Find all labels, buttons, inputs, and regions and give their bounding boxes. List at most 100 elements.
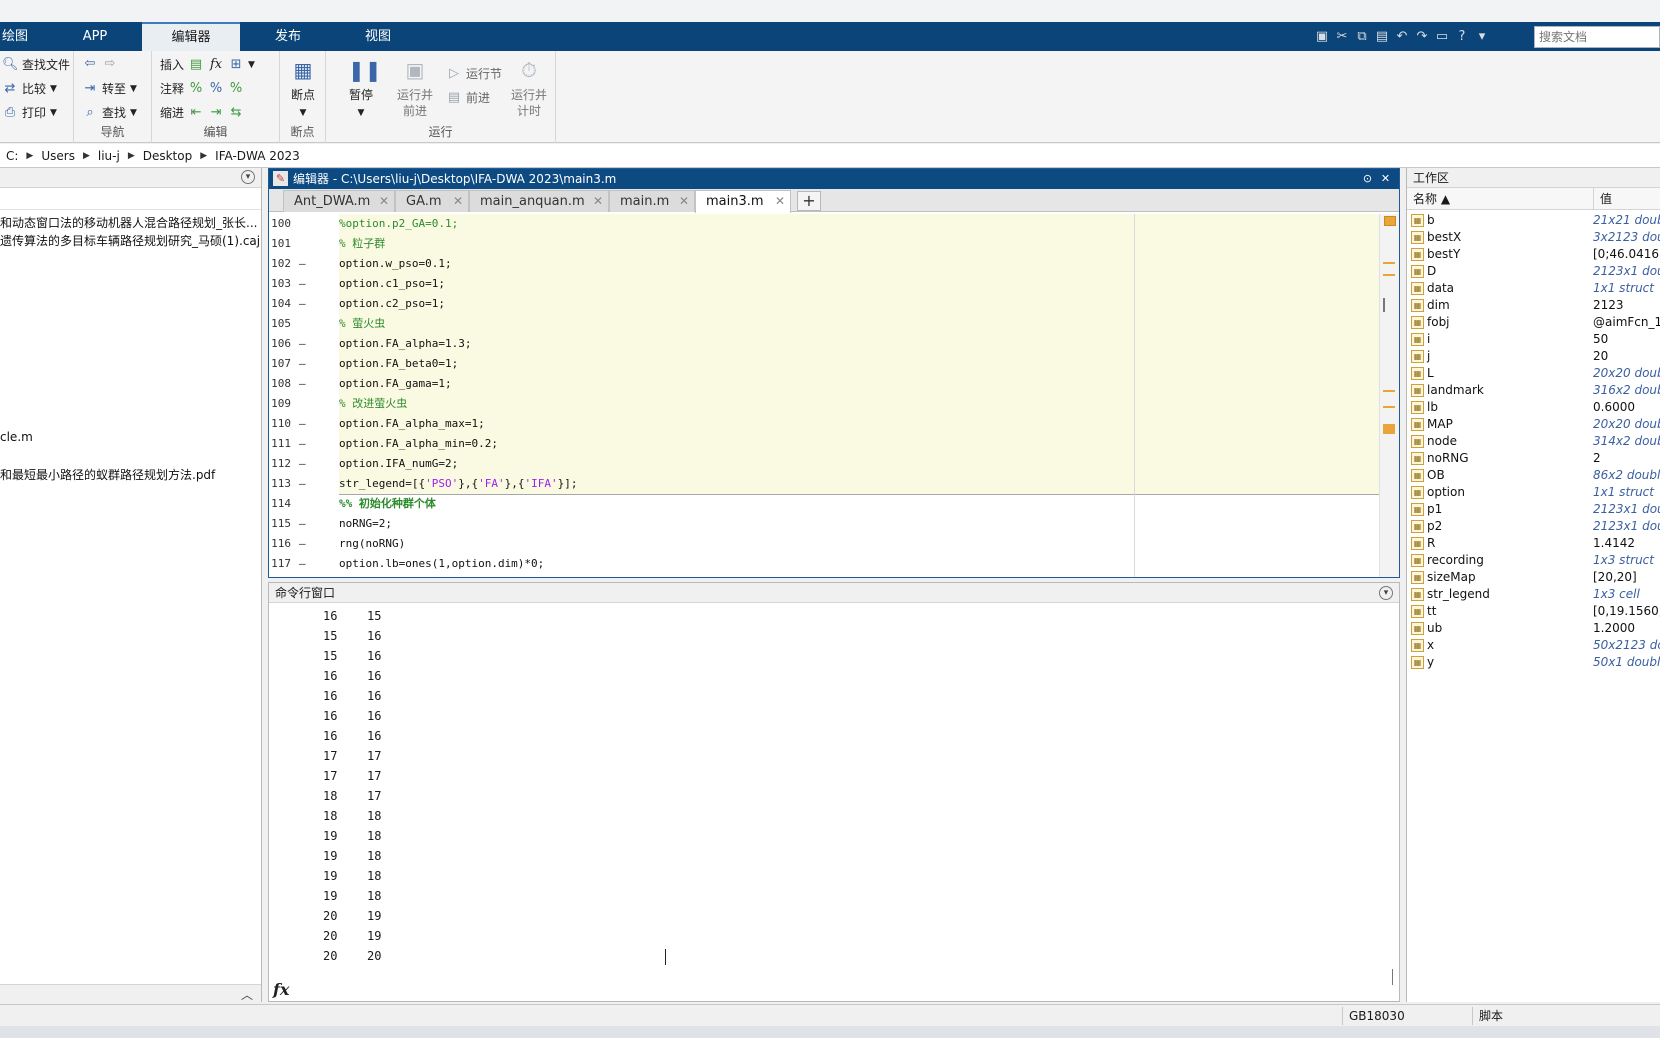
breakpoints-button[interactable]: ▦ 断点 ▼ <box>278 57 328 121</box>
workspace-variable[interactable]: ▦node 314x2 double <box>1407 433 1660 450</box>
find-button[interactable]: ⌕ 查找 ▼ <box>82 104 137 121</box>
file-tab-ant-dwa[interactable]: Ant_DWA.m ✕ <box>283 190 395 212</box>
workspace-variable[interactable]: ▦bestX 3x2123 double <box>1407 229 1660 246</box>
close-tab-icon[interactable]: ✕ <box>679 191 689 212</box>
path-folder[interactable]: IFA-DWA 2023 <box>215 149 300 163</box>
file-tab-main[interactable]: main.m ✕ <box>609 190 695 212</box>
warning-marker[interactable] <box>1383 424 1395 434</box>
address-bar[interactable]: C: ▶ Users ▶ liu-j ▶ Desktop ▶ IFA-DWA 2023 <box>0 144 1660 168</box>
path-user[interactable]: liu-j <box>98 149 120 163</box>
smart-indent-icon[interactable]: ⇤ <box>188 105 204 121</box>
copy-icon[interactable]: ⧉ <box>1352 27 1372 47</box>
undo-icon[interactable]: ↶ <box>1392 27 1412 47</box>
print-button[interactable]: ⎙ 打印 ▼ <box>2 104 57 121</box>
redo-icon[interactable]: ↷ <box>1412 27 1432 47</box>
find-files-button[interactable]: 🔍︎ 查找文件 <box>2 56 70 73</box>
tab-view[interactable]: 视图 <box>340 22 416 51</box>
workspace-variable[interactable]: ▦ lb 0.6000 <box>1407 399 1660 416</box>
workspace-variable[interactable]: ▦MAP 20x20 double <box>1407 416 1660 433</box>
warning-marker[interactable] <box>1383 262 1395 264</box>
workspace-variable[interactable]: ▦OB 86x2 double <box>1407 467 1660 484</box>
tab-publish[interactable]: 发布 <box>250 22 326 51</box>
panel-menu-icon[interactable]: ▾ <box>1379 586 1393 600</box>
dropdown-icon[interactable]: ▾ <box>1472 27 1492 47</box>
close-tab-icon[interactable]: ✕ <box>593 191 603 212</box>
back-icon[interactable]: ⇦ <box>82 56 98 72</box>
compare-button[interactable]: ⇄ 比较 ▼ <box>2 80 57 97</box>
help-icon[interactable]: ? <box>1452 27 1472 47</box>
workspace-variable[interactable]: ▦landmark 316x2 double <box>1407 382 1660 399</box>
warning-marker[interactable] <box>1383 274 1395 276</box>
close-icon[interactable]: ✕ <box>1378 171 1393 186</box>
file-tab-main-anquan[interactable]: main_anquan.m ✕ <box>469 190 609 212</box>
workspace-variable[interactable]: ▦ data 1x1 struct <box>1407 280 1660 297</box>
workspace-variable[interactable]: ▦p2 2123x1 double <box>1407 518 1660 535</box>
fx-prompt-icon[interactable]: fx <box>273 980 289 999</box>
forward-icon[interactable]: ⇨ <box>102 56 118 72</box>
close-tab-icon[interactable]: ✕ <box>775 191 785 212</box>
file-tab-main3[interactable]: main3.m ✕ <box>695 190 791 213</box>
fx-insert-icon[interactable]: fx <box>208 57 224 73</box>
path-desktop[interactable]: Desktop <box>143 149 193 163</box>
file-tab-ga[interactable]: GA.m ✕ <box>395 190 469 212</box>
file-item[interactable]: cle.m <box>0 430 260 444</box>
editor-scrollbar[interactable] <box>1379 214 1399 577</box>
workspace-variable[interactable]: ▦bestY [0;46.0416;3 <box>1407 246 1660 263</box>
workspace-variable[interactable]: ▦x 50x2123 double <box>1407 637 1660 654</box>
warning-marker[interactable] <box>1383 390 1395 392</box>
tab-plots[interactable]: 绘图 <box>0 22 30 51</box>
insert-function-icon[interactable]: ⊞ <box>228 57 244 73</box>
close-tab-icon[interactable]: ✕ <box>453 191 463 212</box>
workspace-variable[interactable]: ▦p1 2123x1 double <box>1407 501 1660 518</box>
close-tab-icon[interactable]: ✕ <box>379 191 389 212</box>
switch-windows-icon[interactable]: ▭ <box>1432 27 1452 47</box>
workspace-variable[interactable]: ▦ option 1x1 struct <box>1407 484 1660 501</box>
goto-button[interactable]: ⇥ 转至 ▼ <box>82 80 137 97</box>
workspace-variable[interactable]: ▦ recording 1x3 struct <box>1407 552 1660 569</box>
outdent-icon[interactable]: ⇆ <box>228 105 244 121</box>
comment-icon[interactable]: % <box>188 81 204 97</box>
workspace-variable[interactable]: ▦ j 20 <box>1407 348 1660 365</box>
workspace-variable[interactable]: ▦L 20x20 double <box>1407 365 1660 382</box>
workspace-variable[interactable]: ▦D 2123x1 double <box>1407 263 1660 280</box>
wrap-comment-icon[interactable]: % <box>228 81 244 97</box>
chevron-up-icon[interactable]: ︿ <box>241 986 253 1003</box>
pause-button[interactable]: ❚❚ 暂停 ▼ <box>336 57 386 121</box>
file-item[interactable]: 和最短最小路径的蚁群路径规划方法.pdf <box>0 466 260 483</box>
run-and-time-button[interactable]: ⏱ 运行并 计时 <box>504 57 554 119</box>
workspace-variable[interactable]: ▦ str_legend 1x3 cell <box>1407 586 1660 603</box>
back-forward[interactable]: ⇦ ⇨ <box>82 56 118 72</box>
tab-apps[interactable]: APP <box>60 22 130 51</box>
workspace-variable[interactable]: ▦b 21x21 double <box>1407 212 1660 229</box>
cut-icon[interactable]: ✂ <box>1332 27 1352 47</box>
workspace-variable[interactable]: ▦ R 1.4142 <box>1407 535 1660 552</box>
insert-section-icon[interactable]: ▤ <box>188 57 204 73</box>
value-column-header[interactable]: 值 <box>1593 188 1612 210</box>
paste-icon[interactable]: ▤ <box>1372 27 1392 47</box>
run-section-button[interactable]: ▷ 运行节 <box>446 65 502 82</box>
editor-menu-icon[interactable]: ⊙ <box>1360 171 1375 186</box>
path-users[interactable]: Users <box>41 149 75 163</box>
search-docs-input[interactable] <box>1534 26 1660 48</box>
indent-icon[interactable]: ⇥ <box>208 105 224 121</box>
command-window[interactable]: 命令行窗口 ▾ 16 15 15 16 15 16 16 16 16 16 16 16 16 16 17 17… <box>268 582 1400 1002</box>
panel-menu-icon[interactable]: ▾ <box>241 170 255 184</box>
new-tab-button[interactable]: + <box>797 191 821 211</box>
workspace-variable[interactable]: ▦ dim 2123 <box>1407 297 1660 314</box>
save-icon[interactable]: ▣ <box>1312 27 1332 47</box>
workspace-variable[interactable]: ▦y 50x1 double <box>1407 654 1660 671</box>
name-column-header[interactable]: 名称 ▲ <box>1413 188 1450 210</box>
command-scrollbar[interactable] <box>1392 969 1393 985</box>
advance-button[interactable]: ▤ 前进 <box>446 89 490 106</box>
file-item[interactable]: 和动态窗口法的移动机器人混合路径规划_张长... <box>0 214 260 231</box>
workspace-variable[interactable]: ▦ i 50 <box>1407 331 1660 348</box>
workspace-variable[interactable]: ▦ noRNG 2 <box>1407 450 1660 467</box>
warning-marker[interactable] <box>1383 406 1395 408</box>
workspace-variable[interactable]: ▦tt [0,19.1560,4 <box>1407 603 1660 620</box>
workspace-variable[interactable]: ▦ sizeMap [20,20] <box>1407 569 1660 586</box>
run-and-advance-button[interactable]: ▣ 运行并 前进 <box>390 57 440 119</box>
path-drive[interactable]: C: <box>6 149 18 163</box>
uncomment-icon[interactable]: % <box>208 81 224 97</box>
scroll-thumb[interactable] <box>1383 298 1385 312</box>
code-area[interactable]: 100 %option.p2_GA=0.1; 101% 粒子群 102— optio… <box>269 214 1379 577</box>
